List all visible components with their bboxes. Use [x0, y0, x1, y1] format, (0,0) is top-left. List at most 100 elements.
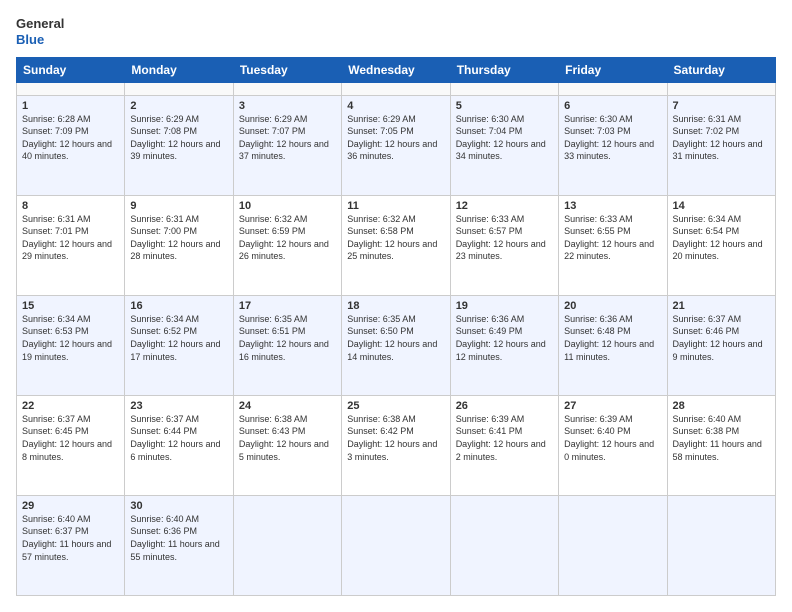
day-number: 1	[22, 100, 119, 112]
calendar-cell	[342, 83, 450, 95]
day-info: Sunrise: 6:39 AMSunset: 6:40 PMDaylight:…	[564, 413, 661, 463]
calendar-cell	[559, 495, 667, 595]
day-number: 4	[347, 100, 444, 112]
calendar-cell: 26 Sunrise: 6:39 AMSunset: 6:41 PMDaylig…	[450, 395, 558, 495]
day-info: Sunrise: 6:37 AMSunset: 6:44 PMDaylight:…	[130, 413, 227, 463]
calendar-cell: 22 Sunrise: 6:37 AMSunset: 6:45 PMDaylig…	[17, 395, 125, 495]
calendar-cell: 23 Sunrise: 6:37 AMSunset: 6:44 PMDaylig…	[125, 395, 233, 495]
col-header-sunday: Sunday	[17, 58, 125, 83]
calendar-cell: 20 Sunrise: 6:36 AMSunset: 6:48 PMDaylig…	[559, 295, 667, 395]
calendar-cell: 14 Sunrise: 6:34 AMSunset: 6:54 PMDaylig…	[667, 195, 775, 295]
calendar-cell: 4 Sunrise: 6:29 AMSunset: 7:05 PMDayligh…	[342, 95, 450, 195]
day-number: 16	[130, 300, 227, 312]
calendar-cell: 27 Sunrise: 6:39 AMSunset: 6:40 PMDaylig…	[559, 395, 667, 495]
calendar-cell: 18 Sunrise: 6:35 AMSunset: 6:50 PMDaylig…	[342, 295, 450, 395]
calendar-cell	[667, 83, 775, 95]
day-info: Sunrise: 6:40 AMSunset: 6:38 PMDaylight:…	[673, 413, 770, 463]
calendar-week-3: 15 Sunrise: 6:34 AMSunset: 6:53 PMDaylig…	[17, 295, 776, 395]
day-number: 30	[130, 500, 227, 512]
calendar-cell: 17 Sunrise: 6:35 AMSunset: 6:51 PMDaylig…	[233, 295, 341, 395]
day-info: Sunrise: 6:38 AMSunset: 6:43 PMDaylight:…	[239, 413, 336, 463]
day-number: 20	[564, 300, 661, 312]
day-info: Sunrise: 6:29 AMSunset: 7:08 PMDaylight:…	[130, 113, 227, 163]
day-info: Sunrise: 6:36 AMSunset: 6:49 PMDaylight:…	[456, 313, 553, 363]
col-header-friday: Friday	[559, 58, 667, 83]
calendar-body: 1 Sunrise: 6:28 AMSunset: 7:09 PMDayligh…	[17, 83, 776, 596]
day-info: Sunrise: 6:33 AMSunset: 6:57 PMDaylight:…	[456, 213, 553, 263]
logo-general: General	[16, 16, 64, 32]
calendar-header-row: SundayMondayTuesdayWednesdayThursdayFrid…	[17, 58, 776, 83]
day-number: 10	[239, 200, 336, 212]
day-info: Sunrise: 6:34 AMSunset: 6:52 PMDaylight:…	[130, 313, 227, 363]
header: General Blue General Blue	[16, 16, 776, 47]
calendar-cell	[667, 495, 775, 595]
col-header-wednesday: Wednesday	[342, 58, 450, 83]
calendar: SundayMondayTuesdayWednesdayThursdayFrid…	[16, 57, 776, 596]
day-number: 29	[22, 500, 119, 512]
day-info: Sunrise: 6:35 AMSunset: 6:50 PMDaylight:…	[347, 313, 444, 363]
calendar-cell	[342, 495, 450, 595]
calendar-cell: 6 Sunrise: 6:30 AMSunset: 7:03 PMDayligh…	[559, 95, 667, 195]
day-info: Sunrise: 6:30 AMSunset: 7:04 PMDaylight:…	[456, 113, 553, 163]
day-info: Sunrise: 6:31 AMSunset: 7:01 PMDaylight:…	[22, 213, 119, 263]
day-info: Sunrise: 6:29 AMSunset: 7:05 PMDaylight:…	[347, 113, 444, 163]
day-number: 26	[456, 400, 553, 412]
day-number: 5	[456, 100, 553, 112]
calendar-cell	[559, 83, 667, 95]
calendar-cell: 11 Sunrise: 6:32 AMSunset: 6:58 PMDaylig…	[342, 195, 450, 295]
day-number: 25	[347, 400, 444, 412]
calendar-cell: 8 Sunrise: 6:31 AMSunset: 7:01 PMDayligh…	[17, 195, 125, 295]
calendar-cell: 15 Sunrise: 6:34 AMSunset: 6:53 PMDaylig…	[17, 295, 125, 395]
day-info: Sunrise: 6:37 AMSunset: 6:45 PMDaylight:…	[22, 413, 119, 463]
calendar-cell: 12 Sunrise: 6:33 AMSunset: 6:57 PMDaylig…	[450, 195, 558, 295]
day-info: Sunrise: 6:34 AMSunset: 6:54 PMDaylight:…	[673, 213, 770, 263]
day-info: Sunrise: 6:32 AMSunset: 6:59 PMDaylight:…	[239, 213, 336, 263]
day-info: Sunrise: 6:32 AMSunset: 6:58 PMDaylight:…	[347, 213, 444, 263]
day-info: Sunrise: 6:31 AMSunset: 7:02 PMDaylight:…	[673, 113, 770, 163]
col-header-tuesday: Tuesday	[233, 58, 341, 83]
day-number: 13	[564, 200, 661, 212]
calendar-cell	[17, 83, 125, 95]
day-info: Sunrise: 6:29 AMSunset: 7:07 PMDaylight:…	[239, 113, 336, 163]
day-number: 17	[239, 300, 336, 312]
calendar-cell: 30 Sunrise: 6:40 AMSunset: 6:36 PMDaylig…	[125, 495, 233, 595]
day-info: Sunrise: 6:34 AMSunset: 6:53 PMDaylight:…	[22, 313, 119, 363]
calendar-week-1: 1 Sunrise: 6:28 AMSunset: 7:09 PMDayligh…	[17, 95, 776, 195]
calendar-cell: 28 Sunrise: 6:40 AMSunset: 6:38 PMDaylig…	[667, 395, 775, 495]
page: General Blue General Blue SundayMondayTu…	[0, 0, 792, 612]
logo: General Blue General Blue	[16, 16, 64, 47]
calendar-week-4: 22 Sunrise: 6:37 AMSunset: 6:45 PMDaylig…	[17, 395, 776, 495]
day-number: 2	[130, 100, 227, 112]
calendar-cell	[125, 83, 233, 95]
day-number: 3	[239, 100, 336, 112]
calendar-week-2: 8 Sunrise: 6:31 AMSunset: 7:01 PMDayligh…	[17, 195, 776, 295]
day-info: Sunrise: 6:33 AMSunset: 6:55 PMDaylight:…	[564, 213, 661, 263]
calendar-cell: 5 Sunrise: 6:30 AMSunset: 7:04 PMDayligh…	[450, 95, 558, 195]
day-info: Sunrise: 6:38 AMSunset: 6:42 PMDaylight:…	[347, 413, 444, 463]
day-info: Sunrise: 6:35 AMSunset: 6:51 PMDaylight:…	[239, 313, 336, 363]
col-header-thursday: Thursday	[450, 58, 558, 83]
day-number: 6	[564, 100, 661, 112]
day-number: 8	[22, 200, 119, 212]
calendar-cell: 25 Sunrise: 6:38 AMSunset: 6:42 PMDaylig…	[342, 395, 450, 495]
day-info: Sunrise: 6:28 AMSunset: 7:09 PMDaylight:…	[22, 113, 119, 163]
day-number: 14	[673, 200, 770, 212]
day-number: 23	[130, 400, 227, 412]
calendar-cell: 1 Sunrise: 6:28 AMSunset: 7:09 PMDayligh…	[17, 95, 125, 195]
day-info: Sunrise: 6:30 AMSunset: 7:03 PMDaylight:…	[564, 113, 661, 163]
day-number: 7	[673, 100, 770, 112]
day-number: 19	[456, 300, 553, 312]
calendar-cell: 19 Sunrise: 6:36 AMSunset: 6:49 PMDaylig…	[450, 295, 558, 395]
day-number: 22	[22, 400, 119, 412]
col-header-saturday: Saturday	[667, 58, 775, 83]
calendar-cell	[233, 83, 341, 95]
calendar-cell: 24 Sunrise: 6:38 AMSunset: 6:43 PMDaylig…	[233, 395, 341, 495]
day-info: Sunrise: 6:40 AMSunset: 6:37 PMDaylight:…	[22, 513, 119, 563]
calendar-cell: 9 Sunrise: 6:31 AMSunset: 7:00 PMDayligh…	[125, 195, 233, 295]
calendar-cell: 2 Sunrise: 6:29 AMSunset: 7:08 PMDayligh…	[125, 95, 233, 195]
calendar-cell	[450, 83, 558, 95]
day-number: 27	[564, 400, 661, 412]
calendar-cell: 7 Sunrise: 6:31 AMSunset: 7:02 PMDayligh…	[667, 95, 775, 195]
col-header-monday: Monday	[125, 58, 233, 83]
calendar-cell: 16 Sunrise: 6:34 AMSunset: 6:52 PMDaylig…	[125, 295, 233, 395]
